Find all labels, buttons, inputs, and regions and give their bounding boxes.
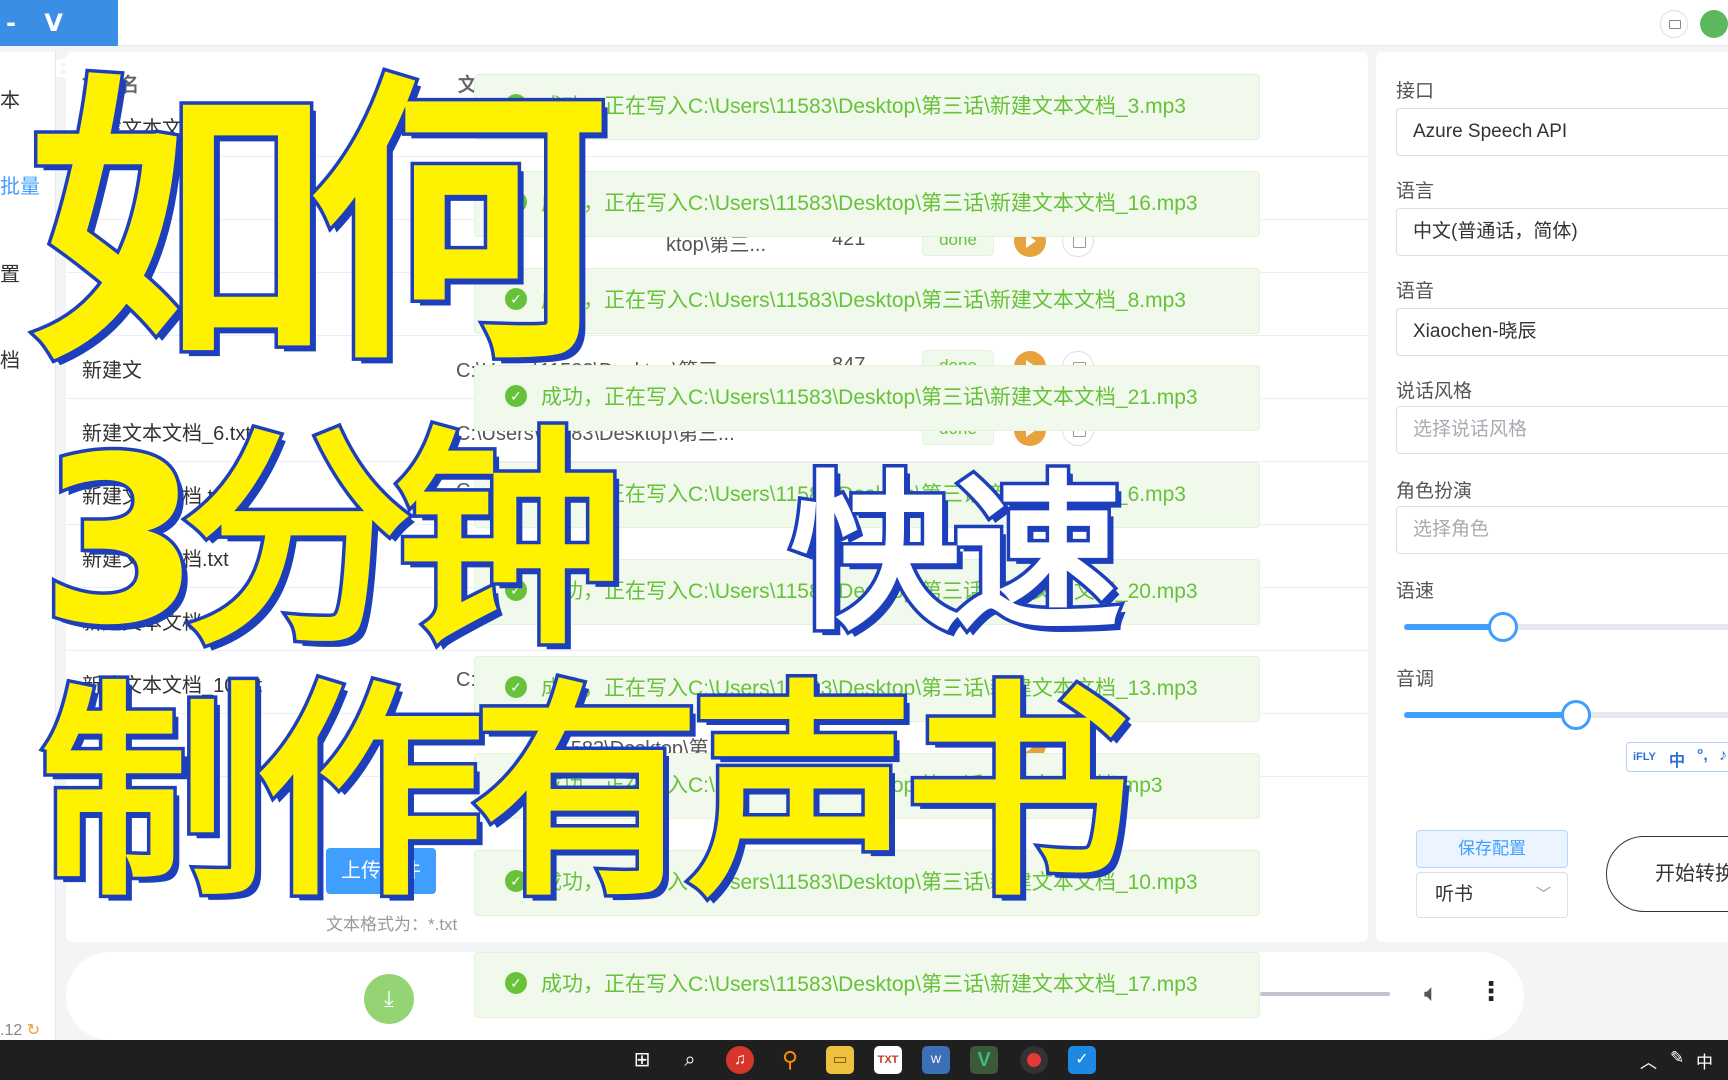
taskbar-ime-indicator[interactable]: 中 <box>1696 1048 1713 1073</box>
headline-line-1: 如何 <box>25 51 612 400</box>
version-label: .12 ↻ <box>0 1022 41 1039</box>
rate-slider[interactable] <box>1404 612 1728 642</box>
tray-pen-icon[interactable]: ✎ <box>1670 1048 1684 1068</box>
search-icon[interactable]: ⌕ <box>676 1046 704 1074</box>
pitch-slider[interactable] <box>1404 700 1728 730</box>
role-label: 角色扮演 <box>1396 481 1473 502</box>
file-explorer-icon[interactable]: ▭ <box>826 1046 854 1074</box>
ifly-logo-icon: iFLY <box>1633 751 1656 763</box>
app-logo: - V U E <box>0 0 118 83</box>
style-label: 说话风格 <box>1396 381 1473 402</box>
headline-line-2b: 快速 <box>786 456 1125 654</box>
language-select[interactable]: 中文(普通话，简体) <box>1396 208 1728 256</box>
start-menu-icon[interactable]: ⊞ <box>628 1046 656 1074</box>
style-select[interactable]: 选择说话风格 <box>1396 406 1728 454</box>
volume-icon[interactable]: 🔈︎ <box>1424 980 1438 1008</box>
playback-progress-track[interactable] <box>1260 992 1390 996</box>
headline-line-2a: 3分钟 <box>36 409 627 676</box>
role-select[interactable]: 选择角色 <box>1396 506 1728 554</box>
rate-label: 语速 <box>1396 581 1435 602</box>
word-app-icon[interactable]: W <box>922 1046 950 1074</box>
monitor-icon[interactable] <box>1660 10 1688 38</box>
success-notification: ✓ 成功，正在写入C:\Users\11583\Desktop\第三话\新建文本文… <box>474 952 1260 1018</box>
pitch-label: 音调 <box>1396 669 1435 690</box>
sidebar-item-docs[interactable]: 档 <box>0 344 20 373</box>
chevron-down-icon: ﹀ <box>1535 886 1551 903</box>
headline-line-3: 制作有声书 <box>37 661 1136 927</box>
more-options-icon[interactable]: ⋮ <box>1478 976 1504 1007</box>
vue-app-icon[interactable]: V <box>970 1046 998 1074</box>
api-label: 接口 <box>1396 81 1435 102</box>
txt-editor-icon[interactable]: TXT <box>874 1046 902 1074</box>
v-app-icon[interactable]: ✓ <box>1068 1046 1096 1074</box>
netease-music-icon[interactable]: ♫ <box>726 1046 754 1074</box>
start-convert-button[interactable]: 开始转换 <box>1606 836 1728 912</box>
sidebar-item-text[interactable]: 本 <box>0 84 20 113</box>
download-button[interactable]: ⤓ <box>364 974 414 1024</box>
api-select[interactable]: Azure Speech API <box>1396 108 1728 156</box>
pitch-slider-handle[interactable] <box>1560 700 1591 730</box>
download-icon: ⤓ <box>384 986 394 1011</box>
success-check-icon: ✓ <box>505 972 527 995</box>
success-notification: ✓ 成功，正在写入C:\Users\11583\Desktop\第三话\新建文本文… <box>474 268 1260 334</box>
tray-chevron-icon[interactable]: ︿ <box>1640 1048 1657 1073</box>
pitch-slider-fill <box>1404 712 1576 718</box>
rate-slider-handle[interactable] <box>1488 612 1518 642</box>
ime-mic-icon[interactable]: ♪ <box>1719 747 1727 765</box>
success-notification: ✓ 成功，正在写入C:\Users\11583\Desktop\第三话\新建文本文… <box>474 171 1260 237</box>
voice-select[interactable]: Xiaochen-晓辰 <box>1396 308 1728 356</box>
save-config-button[interactable]: 保存配置 <box>1416 830 1568 868</box>
mode-select-value: 听书 <box>1435 884 1474 905</box>
mode-select[interactable]: 听书 ﹀ <box>1416 872 1568 918</box>
top-bar: - V U E <box>0 0 1728 83</box>
ime-lang-indicator: 中 <box>1669 753 1686 770</box>
status-dot-icon[interactable] <box>1700 10 1728 38</box>
everything-search-icon[interactable]: ⚲ <box>776 1046 804 1074</box>
language-label: 语言 <box>1396 181 1435 202</box>
record-icon[interactable] <box>1020 1046 1048 1074</box>
sidebar-item-settings[interactable]: 置 <box>0 258 20 287</box>
taskbar: ⊞ ⌕ ♫ ⚲ ▭ TXT W V ✓ ︿ ✎ 中 <box>0 1040 1728 1080</box>
ime-toolbar[interactable]: iFLY 中 °, ♪ <box>1626 742 1728 772</box>
success-notification: ✓ 成功，正在写入C:\Users\11583\Desktop\第三话\新建文本文… <box>474 74 1260 140</box>
refresh-icon[interactable]: ↻ <box>27 1022 40 1039</box>
config-panel: 接口 Azure Speech API 语言 中文(普通话，简体) 语音 Xia… <box>1376 52 1728 942</box>
ime-punct-icon[interactable]: °, <box>1697 747 1708 765</box>
voice-label: 语音 <box>1396 281 1435 302</box>
